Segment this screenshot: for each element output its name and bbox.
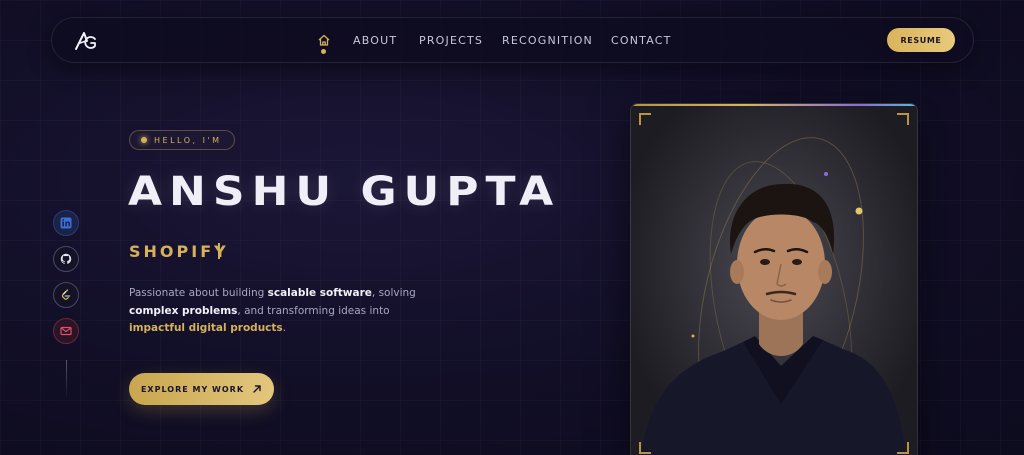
top-navbar: ABOUT PROJECTS RECOGNITION CONTACT RESUM…	[51, 17, 974, 63]
mail-button[interactable]	[53, 318, 79, 344]
greeting-text: HELLO, I'M	[154, 135, 222, 145]
active-indicator-dot	[321, 49, 326, 54]
social-divider-line	[66, 360, 67, 400]
github-icon	[60, 253, 72, 264]
leetcode-button[interactable]	[53, 282, 79, 308]
linkedin-icon	[60, 217, 72, 229]
nav-link-projects[interactable]: PROJECTS	[419, 34, 483, 47]
arrow-up-right-icon	[253, 385, 261, 393]
resume-button[interactable]: RESUME	[887, 28, 955, 52]
linkedin-button[interactable]	[53, 210, 79, 236]
hero-description: Passionate about building scalable softw…	[129, 287, 416, 334]
greeting-dot	[141, 137, 147, 143]
github-button[interactable]	[53, 246, 79, 272]
corner-bracket	[897, 442, 909, 454]
profile-photo-card	[630, 103, 918, 455]
nav-link-recognition[interactable]: RECOGNITION	[502, 34, 593, 47]
typed-role: SHOPIFY	[129, 242, 229, 261]
nav-link-contact[interactable]: CONTACT	[611, 34, 672, 47]
explore-work-label: EXPLORE MY WORK	[140, 384, 245, 394]
logo-icon[interactable]	[74, 30, 98, 52]
mail-icon	[60, 326, 72, 336]
corner-bracket	[897, 113, 909, 125]
typing-cursor	[218, 243, 220, 259]
card-gradient-accent	[631, 104, 917, 106]
leetcode-icon	[61, 289, 71, 300]
corner-bracket	[639, 113, 651, 125]
hero-name: ANSHU GUPTA	[128, 168, 561, 215]
explore-work-button[interactable]: EXPLORE MY WORK	[129, 373, 274, 405]
greeting-badge: HELLO, I'M	[129, 130, 235, 150]
profile-photo	[631, 104, 917, 455]
nav-link-about[interactable]: ABOUT	[353, 34, 397, 47]
home-icon[interactable]	[317, 32, 331, 46]
corner-bracket	[639, 442, 651, 454]
